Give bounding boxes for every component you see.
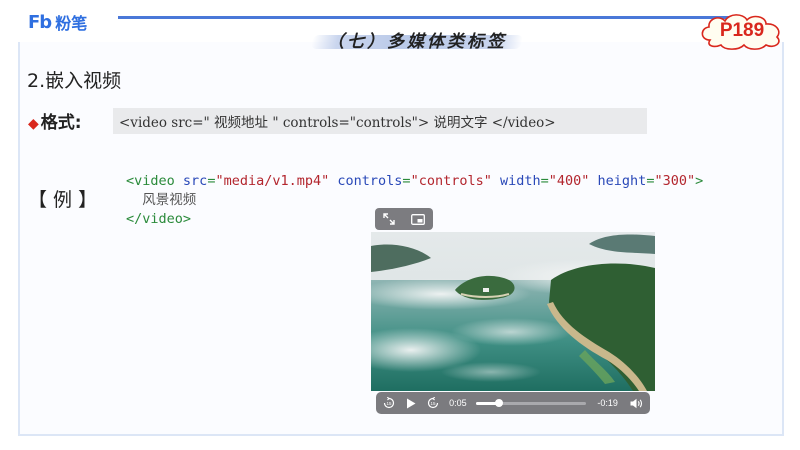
forward-15-icon[interactable]: 15 (420, 397, 445, 409)
aerial-landscape-image (371, 232, 655, 391)
code-val-src: "media/v1.mp4" (215, 173, 330, 189)
code-val-controls: "controls" (410, 173, 492, 189)
logo-text: 粉笔 (55, 14, 88, 33)
svg-text:15: 15 (430, 401, 436, 406)
expand-arrows-icon[interactable] (383, 213, 395, 225)
video-controls: 15 15 0:05 -0:19 (376, 392, 650, 414)
svg-text:15: 15 (386, 401, 392, 406)
code-inner-text: 风景视频 (142, 192, 197, 208)
logo-mark: Fb (28, 11, 52, 33)
code-attr-width: width (499, 173, 541, 189)
play-icon[interactable] (401, 398, 420, 409)
code-close-tag: </video> (126, 211, 192, 227)
code-close-bracket: > (695, 173, 704, 189)
header-rule (118, 16, 738, 19)
example-label: 【 例 】 (28, 189, 98, 211)
slide-title: （七）多媒体类标签 (310, 25, 524, 52)
format-label-text: 格式 (40, 113, 75, 133)
picture-in-picture-icon[interactable] (411, 213, 425, 225)
format-label: ◆ 格式: (28, 108, 82, 133)
progress-slider[interactable] (476, 398, 587, 407)
code-val-width: "400" (548, 173, 590, 189)
format-label-colon: : (74, 113, 82, 133)
progress-knob[interactable] (495, 398, 504, 407)
format-syntax-box: <video src=" 视频地址 " controls="controls">… (113, 108, 647, 134)
volume-icon[interactable] (623, 398, 650, 409)
code-attr-src: src (182, 173, 208, 189)
remaining-time: -0:19 (597, 398, 618, 408)
slide-title-text: （七）多媒体类标签 (327, 32, 507, 52)
code-attr-height: height (597, 173, 647, 189)
code-eq: = (540, 173, 549, 189)
code-eq: = (402, 173, 411, 189)
code-attr-controls: controls (337, 173, 403, 189)
brand-logo: Fb 粉笔 (28, 10, 87, 34)
rewind-15-icon[interactable]: 15 (376, 397, 401, 409)
video-top-controls (375, 208, 433, 230)
code-open-tag: <video (126, 173, 175, 189)
page-number: P189 (719, 20, 765, 41)
diamond-bullet-icon: ◆ (28, 116, 39, 132)
code-val-height: "300" (654, 173, 696, 189)
page-badge: P189 (696, 10, 788, 52)
elapsed-time: 0:05 (449, 398, 467, 408)
video-frame[interactable] (371, 232, 655, 391)
section-heading: 2.嵌入视频 (27, 70, 122, 92)
